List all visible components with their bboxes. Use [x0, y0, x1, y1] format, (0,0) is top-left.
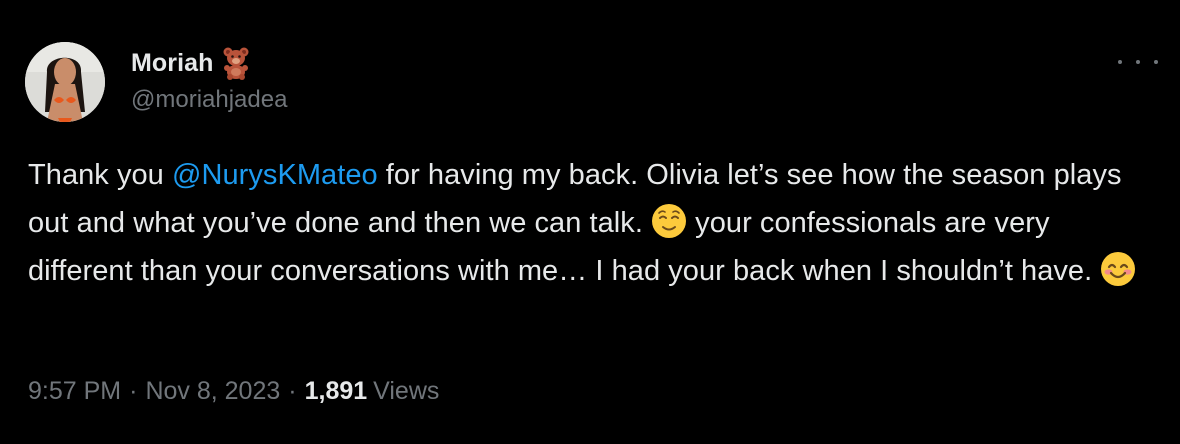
- more-options-button[interactable]: [1118, 50, 1158, 74]
- views-label[interactable]: Views: [373, 377, 439, 406]
- separator: ·: [288, 377, 297, 405]
- separator: ·: [129, 377, 138, 405]
- author-handle[interactable]: @moriahjadea: [131, 86, 287, 114]
- tweet-date[interactable]: Nov 8, 2023: [145, 377, 280, 406]
- author-name-row[interactable]: Moriah: [131, 44, 250, 82]
- tweet-metadata: 9:57 PM · Nov 8, 2023 · 1,891 Views: [28, 377, 439, 406]
- tweet-card: Moriah @moriahjadea Thank you @NurysKMat…: [0, 0, 1180, 444]
- more-dot: [1136, 60, 1140, 64]
- more-horizontal-icon: [1118, 60, 1122, 64]
- tweet-time[interactable]: 9:57 PM: [28, 377, 121, 406]
- mention-link[interactable]: @NurysKMateo: [172, 159, 378, 191]
- avatar-image: [25, 42, 105, 122]
- teddy-bear-icon: [222, 46, 250, 80]
- more-dot: [1154, 60, 1158, 64]
- tweet-text-part: Thank you: [28, 159, 172, 191]
- avatar[interactable]: [25, 42, 105, 122]
- smiling-face-icon: [1100, 251, 1136, 287]
- relieved-face-icon: [651, 203, 687, 239]
- display-name[interactable]: Moriah: [131, 49, 214, 78]
- views-count[interactable]: 1,891: [305, 377, 368, 406]
- tweet-text: Thank you @NurysKMateo for having my bac…: [28, 151, 1158, 295]
